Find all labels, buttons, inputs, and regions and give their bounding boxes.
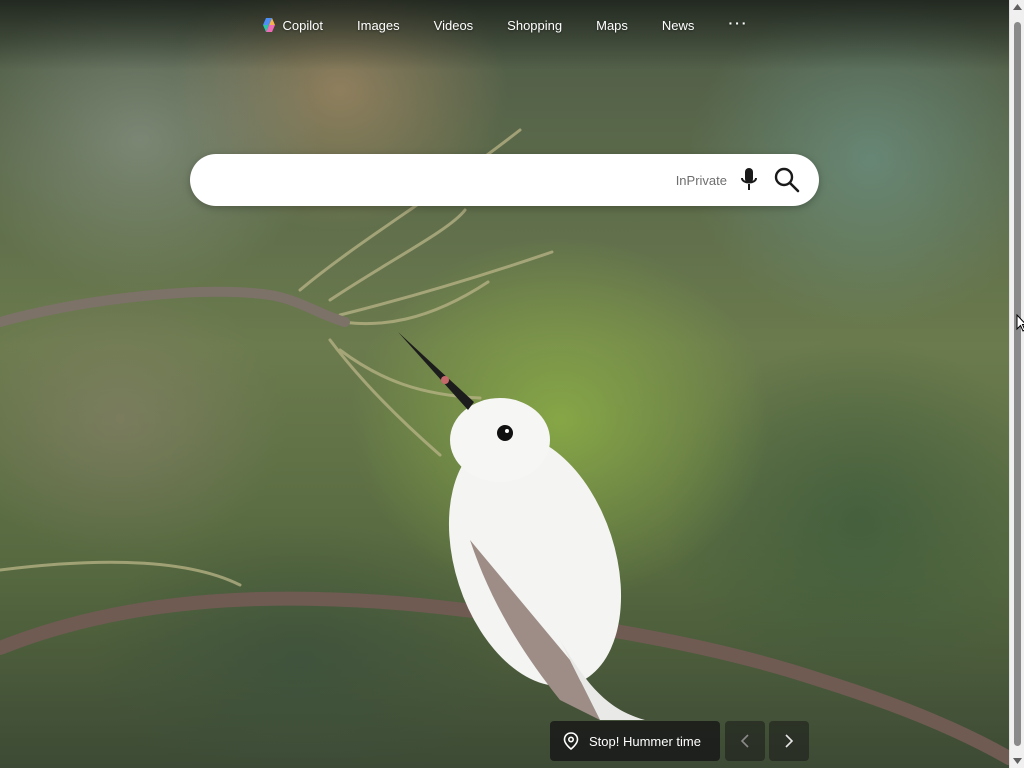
more-dots-icon: ···	[728, 14, 749, 31]
search-icon[interactable]	[771, 164, 803, 196]
search-box: InPrivate	[190, 154, 819, 206]
hummingbird-scene	[0, 128, 1009, 765]
scroll-down-arrow-icon[interactable]	[1013, 756, 1022, 766]
nav-item-shopping[interactable]: Shopping	[490, 14, 579, 36]
nav-label-images: Images	[357, 17, 400, 33]
nav-item-maps[interactable]: Maps	[579, 14, 645, 36]
inprivate-label: InPrivate	[675, 172, 727, 188]
nav-item-images[interactable]: Images	[340, 14, 417, 36]
scroll-up-arrow-icon[interactable]	[1013, 2, 1022, 12]
nav-label-shopping: Shopping	[507, 17, 563, 33]
nav-label-copilot: Copilot	[282, 17, 324, 33]
image-caption-button[interactable]: Stop! Hummer time	[550, 721, 720, 761]
copilot-icon	[262, 18, 275, 32]
nav-label-videos: Videos	[433, 17, 474, 33]
scrollbar-thumb[interactable]	[1014, 22, 1021, 746]
top-nav: Copilot Images Videos Shopping Maps News…	[0, 14, 1009, 36]
chevron-right-icon	[785, 734, 794, 748]
nav-label-maps: Maps	[596, 17, 628, 33]
image-caption-text: Stop! Hummer time	[589, 733, 701, 749]
background-image	[0, 0, 1009, 768]
nav-label-news: News	[661, 17, 695, 33]
mouse-cursor-icon	[1016, 314, 1024, 332]
previous-image-button[interactable]	[725, 721, 765, 761]
chevron-left-icon	[740, 734, 749, 748]
location-pin-icon	[563, 732, 579, 750]
next-image-button[interactable]	[769, 721, 809, 761]
search-input[interactable]	[212, 160, 676, 200]
microphone-icon[interactable]	[735, 164, 763, 196]
more-menu-button[interactable]: ···	[711, 14, 765, 36]
nav-item-copilot[interactable]: Copilot	[244, 14, 340, 36]
nav-item-videos[interactable]: Videos	[417, 14, 491, 36]
nav-item-news[interactable]: News	[645, 14, 712, 36]
vertical-scrollbar[interactable]	[1009, 0, 1024, 768]
